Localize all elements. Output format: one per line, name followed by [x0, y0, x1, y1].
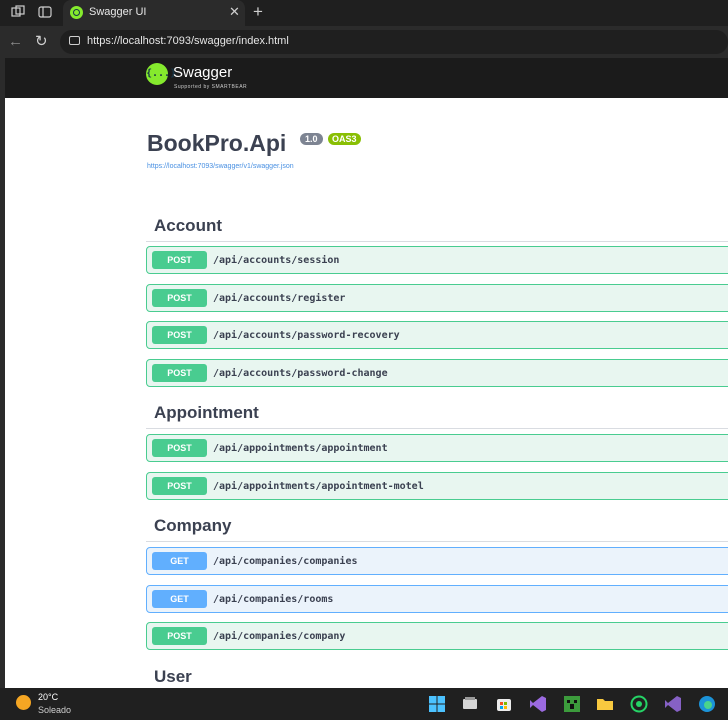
operation-path[interactable]: /api/accounts/password-change: [213, 368, 388, 379]
edge-icon[interactable]: [698, 695, 716, 713]
weather-condition[interactable]: Soleado: [38, 705, 71, 715]
method-badge: POST: [152, 627, 207, 645]
visual-studio-icon-2[interactable]: [664, 695, 682, 713]
sun-icon[interactable]: [16, 695, 31, 710]
workspaces-icon[interactable]: [11, 5, 25, 19]
method-badge: POST: [152, 477, 207, 495]
tab-title: Swagger UI: [89, 6, 147, 18]
section-company[interactable]: Company: [154, 516, 231, 536]
section-divider: [146, 428, 728, 429]
file-explorer-icon[interactable]: [461, 695, 479, 713]
operation-row[interactable]: GET /api/companies/companies: [146, 547, 728, 575]
operation-path[interactable]: /api/companies/companies: [213, 556, 358, 567]
operation-row[interactable]: POST /api/accounts/session: [146, 246, 728, 274]
url-field[interactable]: https://localhost:7093/swagger/index.htm…: [60, 30, 728, 54]
swagger-supported-by: Supported by SMARTBEAR: [174, 84, 248, 90]
operation-row[interactable]: GET /api/companies/rooms: [146, 585, 728, 613]
section-user[interactable]: User: [154, 667, 192, 687]
operation-row[interactable]: POST /api/accounts/register: [146, 284, 728, 312]
method-badge: POST: [152, 326, 207, 344]
swagger-logo-icon[interactable]: {...}: [146, 63, 176, 85]
start-icon[interactable]: [428, 695, 446, 713]
url-text[interactable]: https://localhost:7093/swagger/index.htm…: [87, 35, 289, 47]
operation-path[interactable]: /api/companies/company: [213, 631, 345, 642]
tab-actions-icon[interactable]: [38, 5, 52, 19]
new-tab-icon[interactable]: +: [253, 2, 263, 22]
visual-studio-icon[interactable]: [529, 695, 547, 713]
section-divider: [146, 241, 728, 242]
section-account[interactable]: Account: [154, 216, 222, 236]
whatsapp-icon[interactable]: [630, 695, 648, 713]
windows-taskbar: 20°C Soleado: [0, 688, 728, 720]
method-badge: POST: [152, 439, 207, 457]
section-divider: [146, 541, 728, 542]
method-badge: GET: [152, 590, 207, 608]
store-icon[interactable]: [495, 695, 513, 713]
swagger-favicon-icon: [70, 6, 83, 19]
section-appointment[interactable]: Appointment: [154, 403, 259, 423]
method-badge: POST: [152, 364, 207, 382]
swagger-topbar: {...} Swagger Supported by SMARTBEAR: [5, 58, 728, 98]
swagger-brand[interactable]: Swagger: [173, 64, 232, 81]
operation-path[interactable]: /api/accounts/register: [213, 293, 345, 304]
tab-swagger-ui[interactable]: Swagger UI ✕: [63, 0, 245, 26]
method-badge: POST: [152, 251, 207, 269]
version-badge: 1.0: [300, 133, 323, 145]
address-bar-row: ← ↻ https://localhost:7093/swagger/index…: [0, 26, 728, 58]
operation-path[interactable]: /api/appointments/appointment-motel: [213, 481, 424, 492]
browser-tab-bar: Swagger UI ✕ +: [0, 0, 728, 26]
operation-path[interactable]: /api/accounts/session: [213, 255, 339, 266]
window-edge: [0, 58, 5, 688]
operation-path[interactable]: /api/appointments/appointment: [213, 443, 388, 454]
weather-temperature[interactable]: 20°C: [38, 692, 58, 702]
back-icon[interactable]: ←: [8, 33, 23, 50]
oas-badge: OAS3: [328, 133, 361, 145]
reload-icon[interactable]: ↻: [35, 32, 48, 50]
operation-row[interactable]: POST /api/appointments/appointment: [146, 434, 728, 462]
operation-row[interactable]: POST /api/accounts/password-recovery: [146, 321, 728, 349]
operation-row[interactable]: POST /api/companies/company: [146, 622, 728, 650]
operation-path[interactable]: /api/companies/rooms: [213, 594, 333, 605]
lock-icon[interactable]: [69, 36, 80, 45]
folder-icon[interactable]: [596, 695, 614, 713]
method-badge: GET: [152, 552, 207, 570]
minecraft-icon[interactable]: [563, 695, 581, 713]
method-badge: POST: [152, 289, 207, 307]
spec-json-link[interactable]: https://localhost:7093/swagger/v1/swagge…: [147, 163, 294, 170]
operation-path[interactable]: /api/accounts/password-recovery: [213, 330, 400, 341]
api-title: BookPro.Api: [147, 130, 287, 156]
operation-row[interactable]: POST /api/appointments/appointment-motel: [146, 472, 728, 500]
close-tab-icon[interactable]: ✕: [229, 4, 240, 20]
operation-row[interactable]: POST /api/accounts/password-change: [146, 359, 728, 387]
